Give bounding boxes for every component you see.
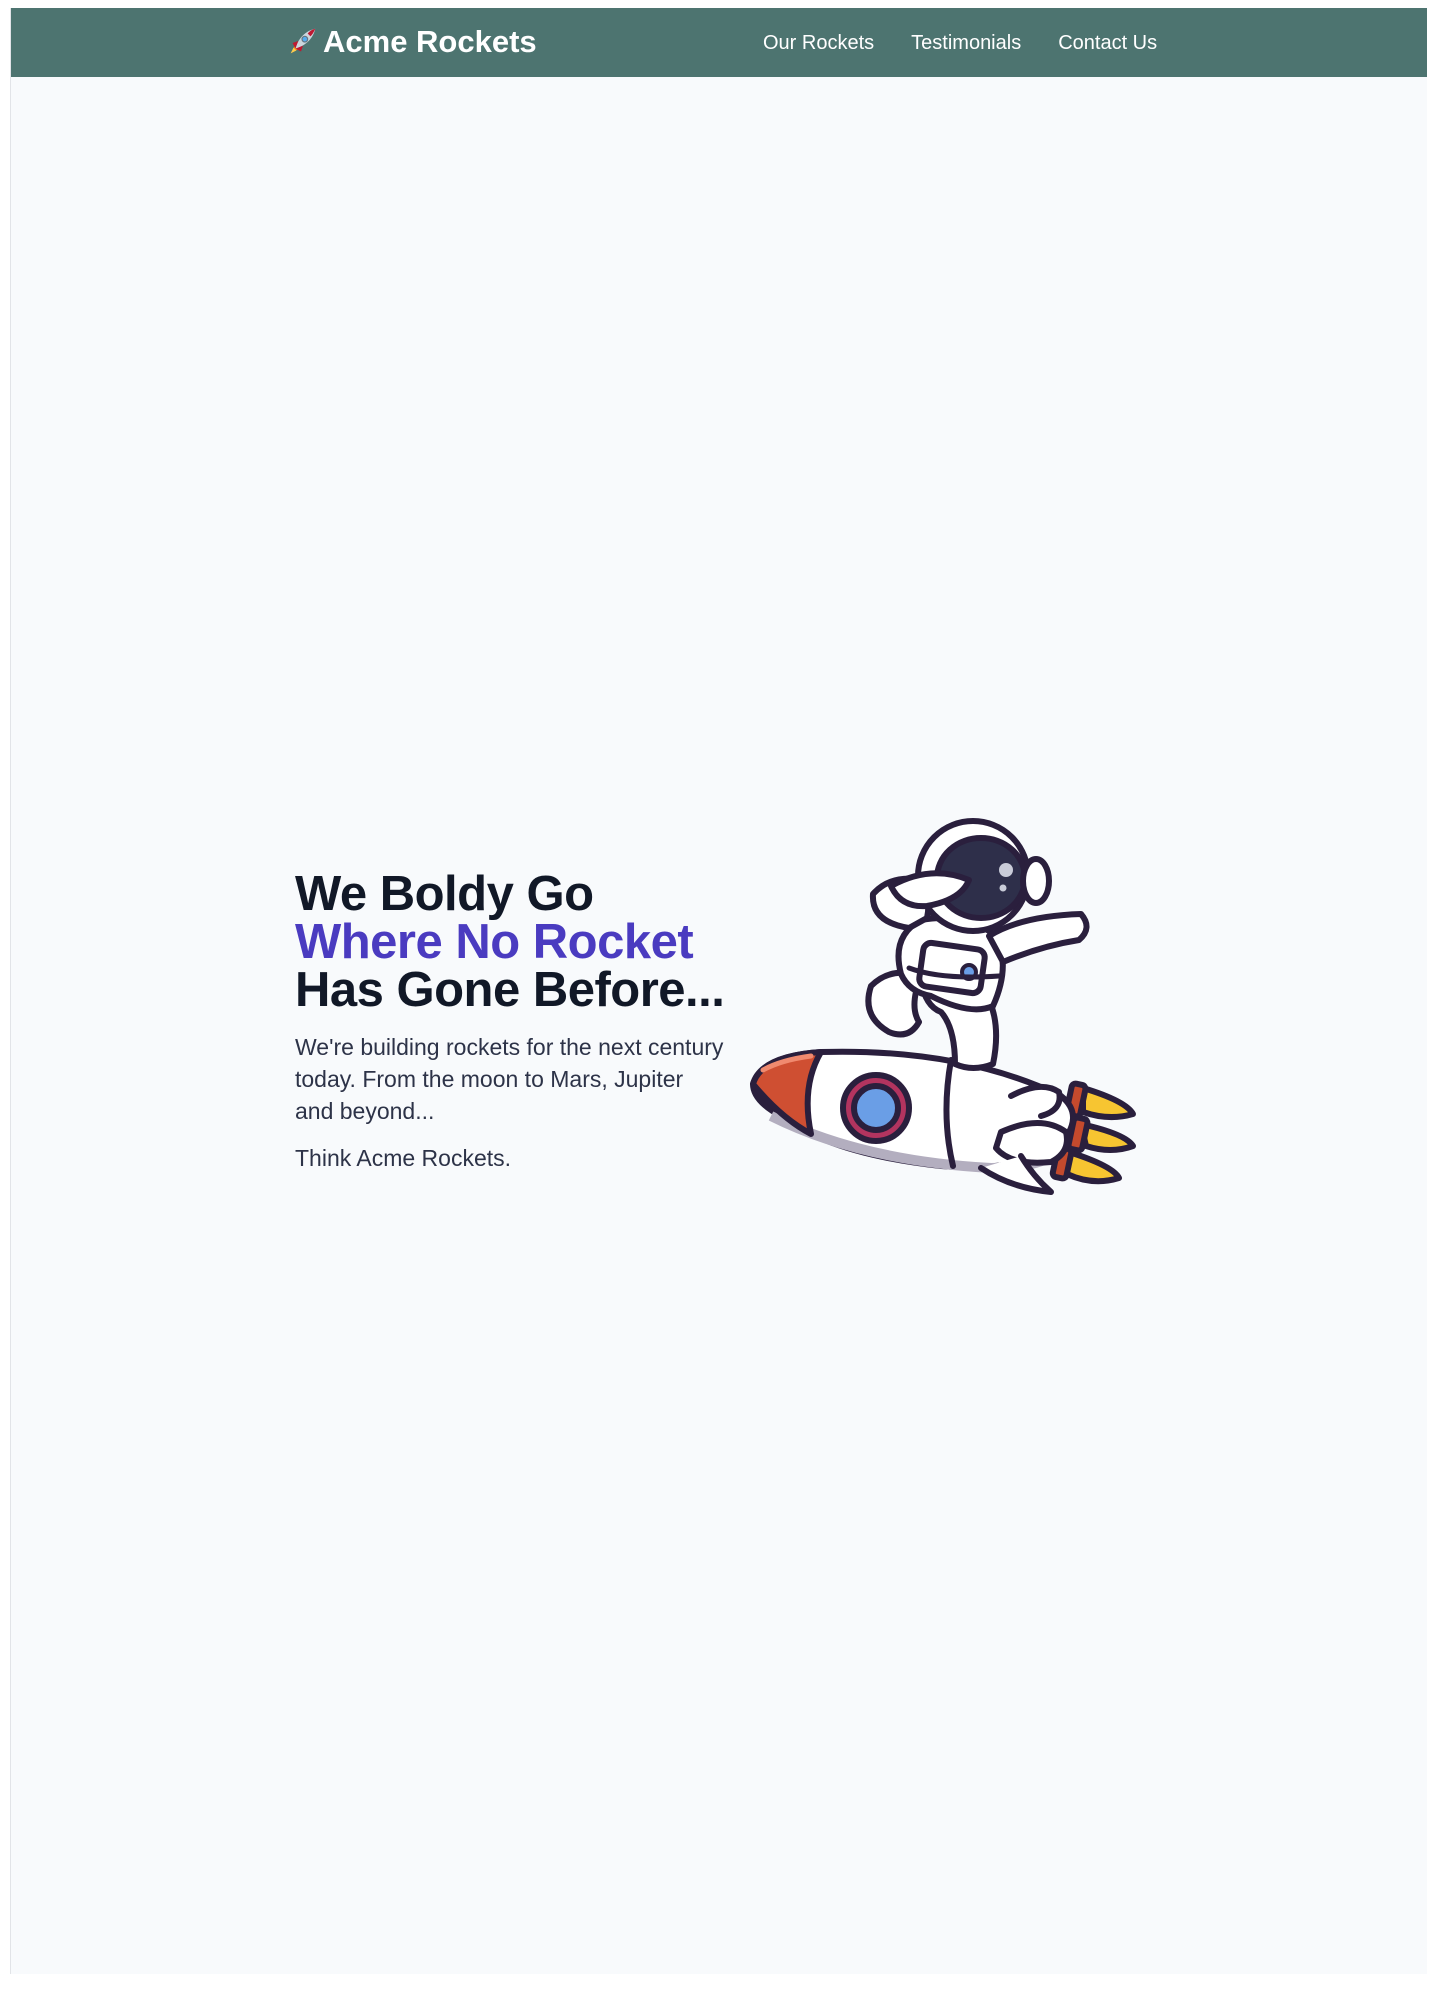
nav-link-contact-us[interactable]: Contact Us [1058, 32, 1157, 54]
hero-text: We Boldy Go Where No Rocket Has Gone Bef… [295, 870, 725, 1174]
hero-title-accent: Where No Rocket [295, 915, 694, 969]
hero-title-line-3: Has Gone Before... [295, 963, 725, 1017]
nav-link-our-rockets[interactable]: Our Rockets [763, 32, 874, 54]
logo-text: Acme Rockets [323, 24, 537, 59]
hero-title: We Boldy Go Where No Rocket Has Gone Bef… [295, 867, 725, 1017]
rocket-icon [290, 28, 316, 54]
navbar: Acme Rockets Our Rockets Testimonials Co… [11, 8, 1427, 77]
hero-title-line-1: We Boldy Go [295, 867, 594, 921]
hero-tagline: Think Acme Rockets. [295, 1145, 512, 1171]
nav-item-our-rockets: Our Rockets [763, 30, 874, 56]
nav-item-contact-us: Contact Us [1058, 30, 1157, 56]
nav-item-testimonials: Testimonials [911, 30, 1021, 56]
astronaut-rocket-illustration [750, 818, 1136, 1195]
logo-link[interactable]: Acme Rockets [285, 22, 537, 62]
nav-links: Our Rockets Testimonials Contact Us [763, 30, 1194, 56]
page-viewport: Acme Rockets Our Rockets Testimonials Co… [10, 8, 1427, 1974]
nav-link-testimonials[interactable]: Testimonials [911, 32, 1021, 54]
hero-description: We're building rockets for the next cent… [295, 1034, 724, 1124]
